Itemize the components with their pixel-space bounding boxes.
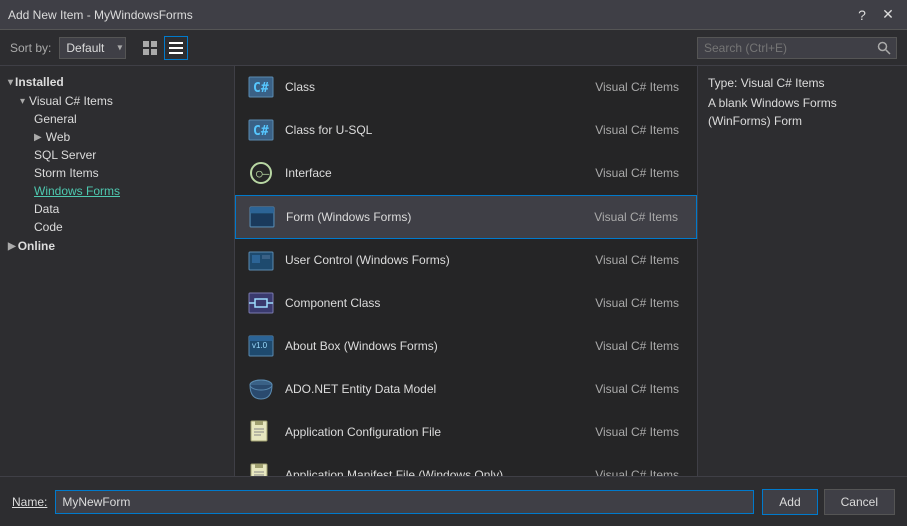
item-category: Visual C# Items xyxy=(595,296,679,310)
toolbar: Sort by: Default Name xyxy=(0,30,907,66)
class-usql-icon: C# xyxy=(245,114,277,146)
list-item[interactable]: Component Class Visual C# Items xyxy=(235,282,697,325)
item-name: Application Configuration File xyxy=(285,425,587,439)
list-item[interactable]: Application Configuration File Visual C#… xyxy=(235,411,697,454)
item-category: Visual C# Items xyxy=(595,253,679,267)
title-bar-controls: ? ✕ xyxy=(851,4,899,26)
config-icon xyxy=(245,416,277,448)
main-area: ▾ Installed ▾ Visual C# Items General ▶ … xyxy=(0,66,907,476)
close-button[interactable]: ✕ xyxy=(877,4,899,26)
list-item[interactable]: ○— Interface Visual C# Items xyxy=(235,152,697,195)
list-item[interactable]: User Control (Windows Forms) Visual C# I… xyxy=(235,239,697,282)
item-category: Visual C# Items xyxy=(595,382,679,396)
visual-csharp-items-header[interactable]: ▾ Visual C# Items xyxy=(0,92,234,110)
item-category: Visual C# Items xyxy=(595,425,679,439)
class-icon: C# xyxy=(245,71,277,103)
search-input[interactable] xyxy=(698,41,872,55)
center-panel: C# Class Visual C# Items C# Class for U-… xyxy=(235,66,697,476)
interface-icon: ○— xyxy=(245,157,277,189)
list-view-button[interactable] xyxy=(164,36,188,60)
svg-text:○—: ○— xyxy=(256,167,270,180)
online-header[interactable]: ▶ Online xyxy=(0,236,234,256)
online-chevron: ▶ xyxy=(8,241,16,252)
search-icon-button[interactable] xyxy=(872,37,896,59)
svg-text:C#: C# xyxy=(253,81,269,96)
help-button[interactable]: ? xyxy=(851,4,873,26)
item-name: Interface xyxy=(285,166,587,180)
left-panel: ▾ Installed ▾ Visual C# Items General ▶ … xyxy=(0,66,235,476)
item-name: About Box (Windows Forms) xyxy=(285,339,587,353)
web-item[interactable]: ▶ Web xyxy=(0,128,234,146)
item-name: User Control (Windows Forms) xyxy=(285,253,587,267)
item-name: ADO.NET Entity Data Model xyxy=(285,382,587,396)
item-name: Class for U-SQL xyxy=(285,123,587,137)
item-name: Application Manifest File (Windows Only) xyxy=(285,468,587,476)
sort-label: Sort by: xyxy=(10,41,51,55)
installed-label: Installed xyxy=(15,75,64,89)
type-label: Type: Visual C# Items xyxy=(708,76,897,90)
manifest-icon xyxy=(245,459,277,476)
data-item[interactable]: Data xyxy=(0,200,234,218)
list-item[interactable]: C# Class for U-SQL Visual C# Items xyxy=(235,109,697,152)
sort-select-wrap: Default Name xyxy=(59,37,126,59)
list-item-selected[interactable]: Form (Windows Forms) Visual C# Items xyxy=(235,195,697,239)
right-panel: Type: Visual C# Items A blank Windows Fo… xyxy=(697,66,907,476)
component-icon xyxy=(245,287,277,319)
sql-server-item[interactable]: SQL Server xyxy=(0,146,234,164)
svg-text:C#: C# xyxy=(253,124,269,139)
aboutbox-icon: v1.0 xyxy=(245,330,277,362)
item-category: Visual C# Items xyxy=(595,339,679,353)
add-button[interactable]: Add xyxy=(762,489,817,515)
search-box xyxy=(697,37,897,59)
code-item[interactable]: Code xyxy=(0,218,234,236)
storm-items-item[interactable]: Storm Items xyxy=(0,164,234,182)
item-name: Component Class xyxy=(285,296,587,310)
item-category: Visual C# Items xyxy=(595,123,679,137)
items-list: C# Class Visual C# Items C# Class for U-… xyxy=(235,66,697,476)
online-label: Online xyxy=(18,239,55,253)
grid-view-button[interactable] xyxy=(138,36,162,60)
title-bar: Add New Item - MyWindowsForms ? ✕ xyxy=(0,0,907,30)
item-category: Visual C# Items xyxy=(595,468,679,476)
general-item[interactable]: General xyxy=(0,110,234,128)
list-item[interactable]: Application Manifest File (Windows Only)… xyxy=(235,454,697,476)
item-category: Visual C# Items xyxy=(595,166,679,180)
item-category: Visual C# Items xyxy=(594,210,678,224)
list-item[interactable]: C# Class Visual C# Items xyxy=(235,66,697,109)
windows-forms-item[interactable]: Windows Forms xyxy=(0,182,234,200)
ado-icon xyxy=(245,373,277,405)
bottom-bar: Name: Add Cancel xyxy=(0,476,907,526)
item-name: Class xyxy=(285,80,587,94)
name-label: Name: xyxy=(12,495,47,509)
bottom-buttons: Add Cancel xyxy=(762,489,895,515)
list-item[interactable]: v1.0 About Box (Windows Forms) Visual C#… xyxy=(235,325,697,368)
view-buttons xyxy=(138,36,188,60)
svg-text:v1.0: v1.0 xyxy=(252,341,268,350)
dialog-body: Sort by: Default Name xyxy=(0,30,907,526)
type-description: A blank Windows Forms (WinForms) Form xyxy=(708,94,897,130)
name-input[interactable] xyxy=(55,490,754,514)
installed-chevron: ▾ xyxy=(8,77,13,88)
visual-csharp-label: Visual C# Items xyxy=(29,94,113,108)
form-icon xyxy=(246,201,278,233)
dialog-title: Add New Item - MyWindowsForms xyxy=(8,8,193,22)
list-item[interactable]: ADO.NET Entity Data Model Visual C# Item… xyxy=(235,368,697,411)
cancel-button[interactable]: Cancel xyxy=(824,489,895,515)
item-name: Form (Windows Forms) xyxy=(286,210,586,224)
usercontrol-icon xyxy=(245,244,277,276)
item-category: Visual C# Items xyxy=(595,80,679,94)
installed-header[interactable]: ▾ Installed xyxy=(0,72,234,92)
sort-select[interactable]: Default Name xyxy=(59,37,126,59)
